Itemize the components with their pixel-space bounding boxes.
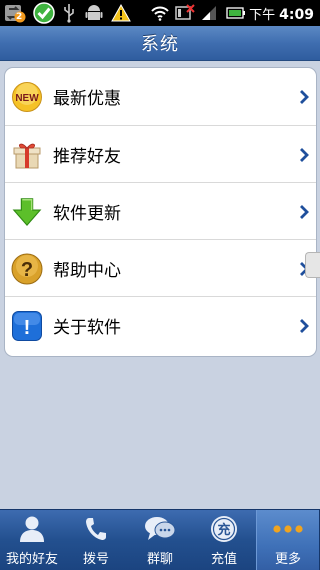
side-scroll-handle[interactable] — [305, 252, 320, 278]
menu-item-help-center[interactable]: ? 帮助中心 — [5, 239, 316, 297]
status-time: 4:09 — [279, 7, 314, 23]
chevron-right-icon — [300, 204, 309, 219]
tab-recharge[interactable]: 充 充值 — [192, 510, 256, 570]
menu-item-label: 最新优惠 — [53, 89, 121, 109]
chevron-right-icon — [300, 147, 309, 162]
download-arrow-icon — [11, 196, 43, 228]
status-clock: 下午 4:09 — [249, 4, 314, 23]
usb-icon — [62, 3, 76, 23]
chevron-right-icon — [300, 318, 309, 333]
battery-icon — [226, 3, 246, 23]
no-signal-icon — [175, 3, 195, 23]
warning-icon — [111, 3, 131, 23]
tab-label: 我的好友 — [5, 552, 58, 567]
help-icon: ? — [11, 253, 43, 285]
sync-icon — [4, 3, 26, 23]
tab-more[interactable]: 更多 — [256, 510, 320, 570]
menu-item-latest-offers[interactable]: NEW 最新优惠 — [5, 68, 316, 125]
recharge-icon: 充 — [208, 514, 240, 544]
tab-label: 更多 — [274, 552, 301, 567]
phone-icon — [80, 514, 112, 544]
bottom-tab-bar: 我的好友 拨号 群聊 充 充值 更多 — [0, 509, 320, 570]
tab-label: 拨号 — [82, 552, 109, 567]
menu-item-label: 推荐好友 — [53, 147, 121, 167]
recharge-icon-text: 充 — [217, 522, 230, 538]
info-icon-text: ! — [24, 317, 31, 339]
help-icon-text: ? — [21, 259, 33, 281]
title-bar: 系统 — [0, 26, 320, 61]
menu-item-label: 关于软件 — [53, 318, 121, 338]
info-icon: ! — [11, 310, 43, 342]
wifi-icon — [151, 3, 169, 23]
page-title: 系统 — [141, 34, 179, 55]
chevron-right-icon — [300, 89, 309, 104]
tab-my-friends[interactable]: 我的好友 — [0, 510, 64, 570]
tab-label: 群聊 — [146, 552, 173, 567]
system-menu-list: NEW 最新优惠 推荐好友 软件更新 ? 帮助中心 ! 关于软件 — [4, 67, 317, 357]
notification-badge: 2 — [16, 12, 23, 22]
menu-item-recommend-friends[interactable]: 推荐好友 — [5, 125, 316, 183]
tab-group-chat[interactable]: 群聊 — [128, 510, 192, 570]
menu-item-software-update[interactable]: 软件更新 — [5, 182, 316, 240]
status-bar: 2 下午 4:09 — [0, 0, 320, 26]
android-icon — [85, 3, 103, 23]
status-ampm: 下午 — [249, 8, 276, 23]
gift-icon — [11, 139, 43, 171]
menu-item-about-software[interactable]: ! 关于软件 — [5, 296, 316, 354]
new-badge-icon: NEW — [11, 81, 43, 113]
person-icon — [16, 514, 48, 544]
chat-bubble-icon — [144, 514, 176, 544]
tab-dial[interactable]: 拨号 — [64, 510, 128, 570]
menu-item-label: 帮助中心 — [53, 261, 121, 281]
new-badge-text: NEW — [15, 93, 39, 104]
menu-item-label: 软件更新 — [53, 204, 121, 224]
more-dots-icon — [272, 514, 304, 544]
signal-icon — [201, 3, 217, 23]
check-icon — [33, 2, 55, 24]
tab-label: 充值 — [210, 552, 237, 567]
